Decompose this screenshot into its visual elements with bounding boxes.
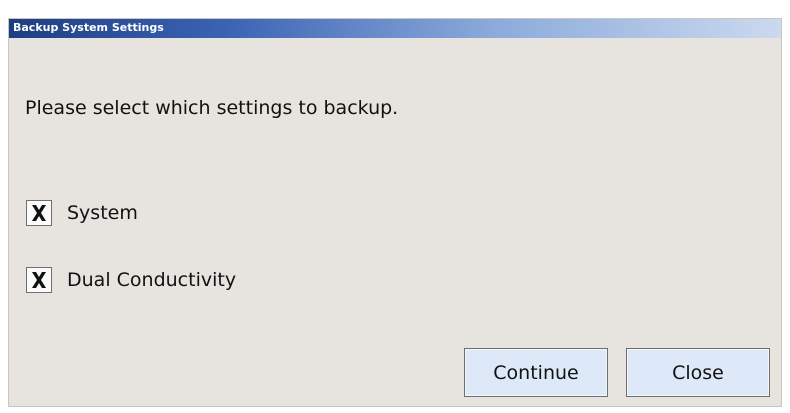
backup-settings-dialog: Backup System Settings Please select whi…	[8, 18, 782, 407]
x-mark-icon	[32, 272, 46, 288]
system-label: System	[67, 202, 138, 224]
title-bar[interactable]: Backup System Settings	[9, 19, 781, 38]
x-mark-icon	[32, 205, 46, 221]
system-checkbox[interactable]	[26, 200, 52, 226]
dual-conductivity-option[interactable]: Dual Conductivity	[26, 265, 236, 295]
system-option[interactable]: System	[26, 198, 138, 228]
close-button[interactable]: Close	[626, 348, 770, 397]
continue-button[interactable]: Continue	[464, 348, 608, 397]
dual-conductivity-checkbox[interactable]	[26, 267, 52, 293]
window-title: Backup System Settings	[13, 21, 164, 34]
instruction-text: Please select which settings to backup.	[25, 97, 399, 119]
dual-conductivity-label: Dual Conductivity	[67, 269, 237, 291]
